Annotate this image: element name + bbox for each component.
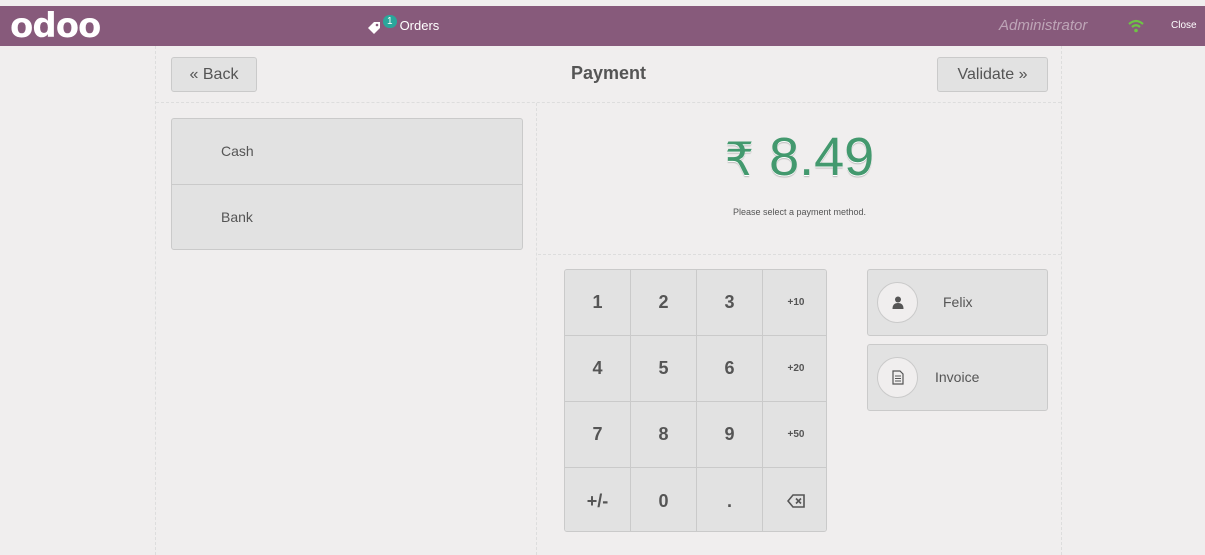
payment-method-bank[interactable]: Bank [172, 184, 522, 249]
numpad-key-9[interactable]: 9 [697, 402, 763, 468]
wifi-icon [1128, 19, 1144, 33]
invoice-label: Invoice [935, 369, 980, 385]
payment-screen: « Back Payment Validate » Cash Bank ₹ 8.… [155, 46, 1062, 555]
orders-button[interactable]: 1 Orders [367, 14, 439, 38]
numpad: 1 2 3 +10 4 5 6 +20 7 8 9 +50 +/- 0 . [564, 269, 827, 532]
numpad-key-5[interactable]: 5 [631, 336, 697, 402]
document-icon [891, 370, 904, 385]
page-title: Payment [570, 63, 647, 83]
payment-method-list: Cash Bank [171, 118, 523, 250]
numpad-key-0[interactable]: 0 [631, 468, 697, 531]
total-amount: ₹ 8.49 [538, 121, 1061, 195]
user-name[interactable]: Administrator [999, 15, 1087, 37]
close-button[interactable]: Close [1171, 19, 1197, 33]
document-icon-circle [877, 357, 918, 398]
numpad-key-decimal[interactable]: . [697, 468, 763, 531]
orders-count-badge: 1 [383, 14, 397, 28]
customer-button[interactable]: Felix [867, 269, 1048, 336]
orders-label: Orders [399, 18, 440, 33]
numpad-key-8[interactable]: 8 [631, 402, 697, 468]
numpad-key-6[interactable]: 6 [697, 336, 763, 402]
payment-header: « Back Payment Validate » [156, 46, 1061, 103]
user-icon [892, 296, 903, 309]
numpad-key-plus10[interactable]: +10 [763, 270, 826, 336]
user-icon-circle [877, 282, 918, 323]
payment-summary: ₹ 8.49 Please select a payment method. [538, 103, 1061, 255]
payment-message: Please select a payment method. [732, 207, 867, 217]
top-bar: odoo 1 Orders Administrator Close [0, 6, 1205, 46]
numpad-key-2[interactable]: 2 [631, 270, 697, 336]
numpad-key-7[interactable]: 7 [565, 402, 631, 468]
numpad-key-4[interactable]: 4 [565, 336, 631, 402]
numpad-key-backspace[interactable] [763, 468, 826, 531]
backspace-icon [787, 494, 805, 508]
numpad-key-plus20[interactable]: +20 [763, 336, 826, 402]
numpad-key-sign[interactable]: +/- [565, 468, 631, 531]
payment-methods-panel: Cash Bank [156, 103, 537, 555]
odoo-logo: odoo [10, 6, 101, 46]
customer-name: Felix [943, 294, 973, 310]
total-value: 8.49 [769, 127, 875, 187]
payment-method-cash[interactable]: Cash [172, 119, 522, 184]
ticket-icon [368, 22, 380, 34]
numpad-key-plus50[interactable]: +50 [763, 402, 826, 468]
invoice-button[interactable]: Invoice [867, 344, 1048, 411]
numpad-key-3[interactable]: 3 [697, 270, 763, 336]
numpad-key-1[interactable]: 1 [565, 270, 631, 336]
currency-symbol: ₹ [724, 132, 755, 186]
validate-button[interactable]: Validate » [937, 57, 1048, 92]
